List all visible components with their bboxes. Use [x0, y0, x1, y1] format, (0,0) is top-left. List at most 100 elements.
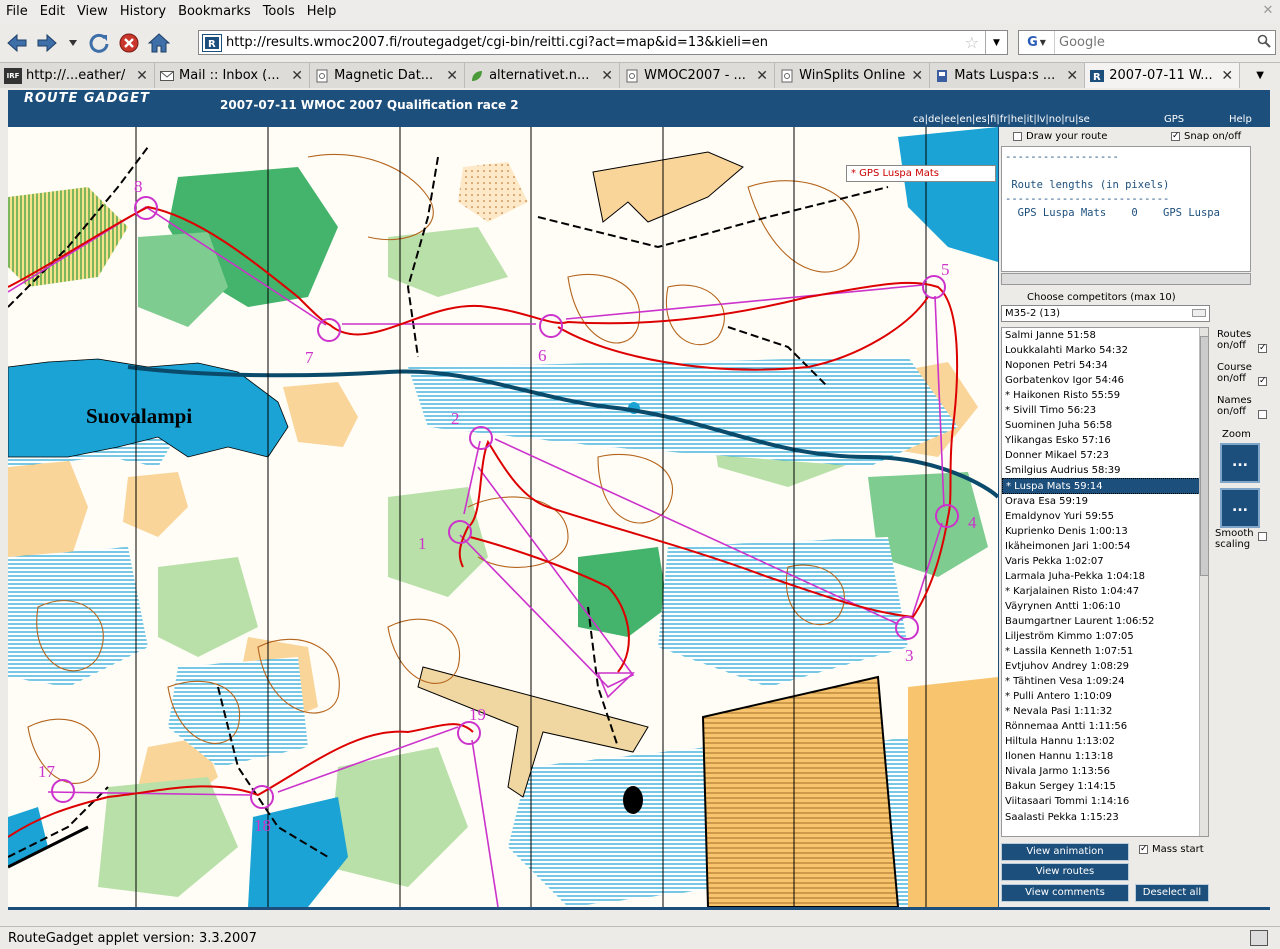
menu-edit[interactable]: Edit: [34, 1, 71, 23]
competitor-item[interactable]: Saalasti Pekka 1:15:23: [1002, 810, 1208, 825]
competitor-item[interactable]: Viitasaari Tommi 1:14:16: [1002, 794, 1208, 809]
view-routes-button[interactable]: View routes: [1001, 863, 1129, 881]
tab-close-icon[interactable]: ✕: [444, 68, 460, 84]
scrollbar-thumb[interactable]: [1200, 336, 1208, 576]
competitor-item[interactable]: Larmala Juha-Pekka 1:04:18: [1002, 569, 1208, 584]
search-engine-icon[interactable]: G ▼: [1019, 31, 1055, 54]
tab-close-icon[interactable]: ✕: [134, 68, 150, 84]
tab-close-icon[interactable]: ✕: [1219, 68, 1235, 84]
competitor-item[interactable]: Orava Esa 59:19: [1002, 494, 1208, 509]
zoom-label: Zoom: [1222, 429, 1251, 440]
language-links[interactable]: ca|de|ee|en|es|fi|fr|he|it|lv|no|ru|se: [913, 114, 1090, 125]
tab-close-icon[interactable]: ✕: [289, 68, 305, 84]
competitor-item[interactable]: Loukkalahti Marko 54:32: [1002, 343, 1208, 358]
competitor-item[interactable]: Baumgartner Laurent 1:06:52: [1002, 614, 1208, 629]
competitor-item[interactable]: * Tähtinen Vesa 1:09:24: [1002, 674, 1208, 689]
competitor-item[interactable]: Hiltula Hannu 1:13:02: [1002, 734, 1208, 749]
class-select[interactable]: M35-2 (13): [1001, 305, 1210, 322]
smooth-scaling-checkbox[interactable]: [1258, 532, 1267, 541]
tab-mail[interactable]: Mail :: Inbox (... ✕: [155, 63, 311, 88]
menu-help[interactable]: Help: [301, 1, 343, 23]
url-text[interactable]: http://results.wmoc2007.fi/routegadget/c…: [226, 35, 965, 50]
zoom-out-button[interactable]: ...: [1220, 488, 1260, 528]
competitor-item[interactable]: * Nevala Pasi 1:11:32: [1002, 704, 1208, 719]
tab-close-icon[interactable]: ✕: [754, 68, 770, 84]
search-icon[interactable]: [1257, 34, 1271, 52]
competitor-item[interactable]: Donner Mikael 57:23: [1002, 448, 1208, 463]
window-close-icon[interactable]: ✕: [1260, 3, 1276, 19]
url-bar[interactable]: R http://results.wmoc2007.fi/routegadget…: [198, 30, 1008, 55]
tab-mats-luspa[interactable]: Mats Luspa:s ... ✕: [930, 63, 1086, 88]
competitor-item[interactable]: Bakun Sergey 1:14:15: [1002, 779, 1208, 794]
zoom-in-button[interactable]: ...: [1220, 443, 1260, 483]
map-canvas[interactable]: 1 2 3 4 5 6 7 8 17 18 19 Suovalampi: [8, 127, 998, 907]
competitor-list-scrollbar[interactable]: [1199, 328, 1208, 836]
competitor-item[interactable]: Kuprienko Denis 1:00:13: [1002, 524, 1208, 539]
competitor-item[interactable]: Väyrynen Antti 1:06:10: [1002, 599, 1208, 614]
select-arrow-icon[interactable]: [1192, 309, 1206, 317]
names-toggle-checkbox[interactable]: [1258, 410, 1267, 419]
course-toggle-checkbox[interactable]: ✓: [1258, 377, 1267, 386]
competitor-item[interactable]: * Haikonen Risto 55:59: [1002, 388, 1208, 403]
tab-close-icon[interactable]: ✕: [599, 68, 615, 84]
menu-bookmarks[interactable]: Bookmarks: [172, 1, 257, 23]
snap-option[interactable]: ✓ Snap on/off: [1171, 131, 1241, 142]
competitor-item[interactable]: Smilgius Audrius 58:39: [1002, 463, 1208, 478]
competitor-item[interactable]: Suominen Juha 56:58: [1002, 418, 1208, 433]
mass-start-checkbox[interactable]: ✓: [1139, 844, 1148, 854]
search-input[interactable]: [1055, 35, 1257, 50]
tab-weather[interactable]: IRF http://...eather/ ✕: [0, 63, 156, 88]
menu-view[interactable]: View: [71, 1, 114, 23]
mass-start-option[interactable]: ✓ Mass start: [1139, 844, 1204, 855]
competitor-item[interactable]: Liljeström Kimmo 1:07:05: [1002, 629, 1208, 644]
competitor-item[interactable]: Salmi Janne 51:58: [1002, 328, 1208, 343]
competitor-item[interactable]: Ikäheimonen Jari 1:00:54: [1002, 539, 1208, 554]
competitor-item[interactable]: Rönnemaa Antti 1:11:56: [1002, 719, 1208, 734]
help-link[interactable]: Help: [1229, 114, 1252, 125]
reload-button[interactable]: [86, 30, 112, 56]
tab-alternativet[interactable]: alternativet.n... ✕: [465, 63, 621, 88]
view-animation-button[interactable]: View animation: [1001, 843, 1129, 861]
gps-link[interactable]: GPS: [1164, 114, 1184, 125]
competitor-item[interactable]: Emaldynov Yuri 59:55: [1002, 509, 1208, 524]
tab-wmoc[interactable]: WMOC2007 - ... ✕: [620, 63, 776, 88]
competitor-list[interactable]: Salmi Janne 51:58 Loukkalahti Marko 54:32…: [1001, 327, 1209, 837]
competitor-item[interactable]: Gorbatenkov Igor 54:46: [1002, 373, 1208, 388]
orienteering-map[interactable]: 1 2 3 4 5 6 7 8 17 18 19 Suovalampi * GP…: [8, 127, 998, 907]
tab-close-icon[interactable]: ✕: [909, 68, 925, 84]
competitor-item[interactable]: Evtjuhov Andrey 1:08:29: [1002, 659, 1208, 674]
home-button[interactable]: [146, 30, 172, 56]
tab-close-icon[interactable]: ✕: [1064, 68, 1080, 84]
tab-routegadget[interactable]: R 2007-07-11 W... ✕: [1085, 63, 1241, 88]
draw-route-checkbox[interactable]: [1013, 131, 1022, 141]
competitor-item[interactable]: * Karjalainen Risto 1:04:47: [1002, 584, 1208, 599]
stop-button[interactable]: [116, 30, 142, 56]
competitor-item[interactable]: Ilonen Hannu 1:13:18: [1002, 749, 1208, 764]
view-comments-button[interactable]: View comments: [1001, 884, 1129, 902]
competitor-item[interactable]: * Sivill Timo 56:23: [1002, 403, 1208, 418]
competitor-item[interactable]: Varis Pekka 1:02:07: [1002, 554, 1208, 569]
menu-tools[interactable]: Tools: [257, 1, 301, 23]
competitor-item[interactable]: * Lassila Kenneth 1:07:51: [1002, 644, 1208, 659]
forward-button[interactable]: [34, 30, 60, 56]
routes-toggle-checkbox[interactable]: ✓: [1258, 344, 1267, 353]
snap-checkbox[interactable]: ✓: [1171, 131, 1180, 141]
competitor-item[interactable]: * Luspa Mats 59:14: [1002, 478, 1208, 494]
competitor-item[interactable]: * Pulli Antero 1:10:09: [1002, 689, 1208, 704]
history-dropdown-button[interactable]: [64, 30, 82, 56]
draw-route-option[interactable]: Draw your route: [1013, 131, 1107, 142]
mass-start-label: Mass start: [1152, 844, 1204, 855]
bookmark-star-icon[interactable]: ☆: [965, 33, 979, 52]
competitor-item[interactable]: Noponen Petri 54:34: [1002, 358, 1208, 373]
competitor-item[interactable]: Ylikangas Esko 57:16: [1002, 433, 1208, 448]
menu-file[interactable]: File: [0, 1, 34, 23]
tab-magnetic[interactable]: Magnetic Dat... ✕: [310, 63, 466, 88]
tab-winsplits[interactable]: WinSplits Online ✕: [775, 63, 931, 88]
url-dropdown-icon[interactable]: ▼: [985, 31, 1007, 54]
route-lengths-scrollbar[interactable]: [1001, 273, 1251, 285]
competitor-item[interactable]: Nivala Jarmo 1:13:56: [1002, 764, 1208, 779]
tab-list-dropdown[interactable]: ▼: [1240, 63, 1280, 88]
back-button[interactable]: [4, 30, 30, 56]
deselect-all-button[interactable]: Deselect all: [1135, 884, 1209, 902]
menu-history[interactable]: History: [114, 1, 172, 23]
